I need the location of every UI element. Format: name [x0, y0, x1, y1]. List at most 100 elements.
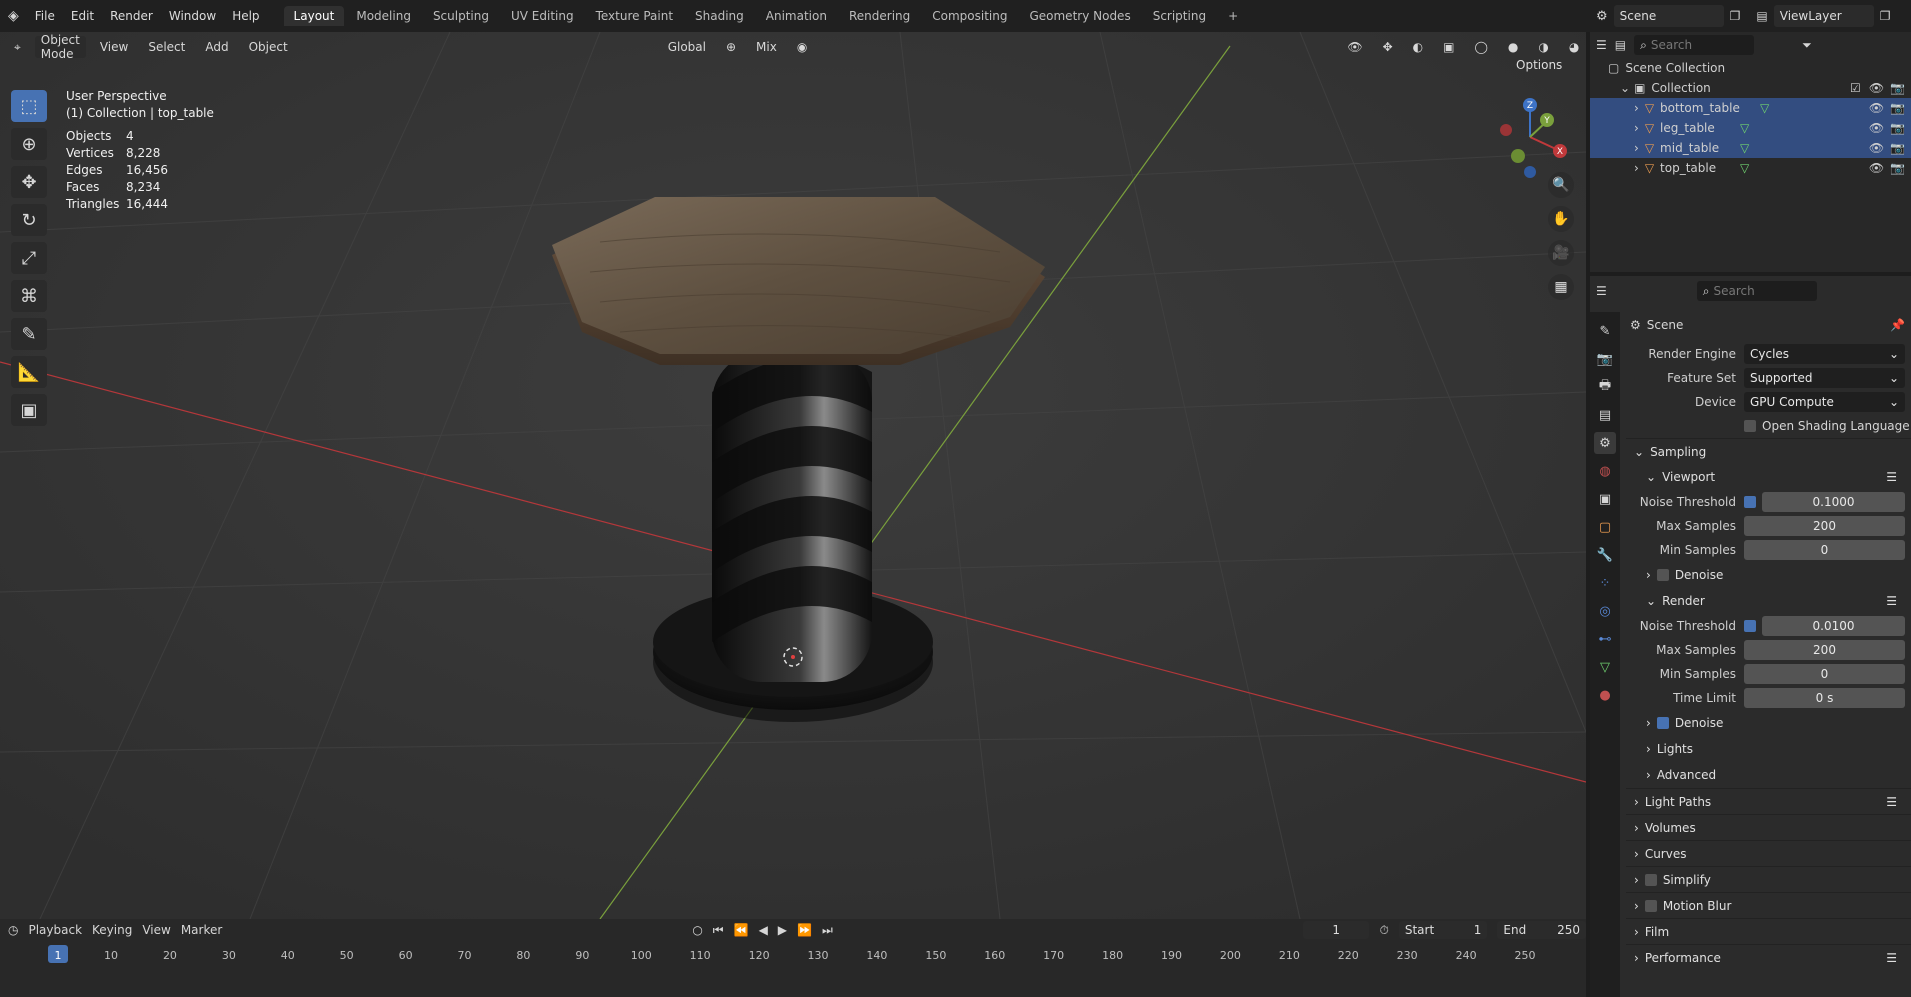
end-frame-field[interactable]: End 250: [1497, 921, 1586, 939]
tab-animation[interactable]: Animation: [756, 6, 837, 26]
world-tab-icon[interactable]: ◍: [1594, 460, 1616, 482]
add-workspace-button[interactable]: +: [1218, 6, 1248, 26]
collection-tab-icon[interactable]: ▣: [1594, 488, 1616, 510]
vp-noise-checkbox[interactable]: [1744, 496, 1756, 508]
zoom-icon[interactable]: 🔍: [1548, 172, 1574, 198]
select-box-tool[interactable]: ⬚: [11, 90, 47, 122]
r-denoise-row[interactable]: › Denoise: [1626, 710, 1911, 736]
eye-icon[interactable]: 👁: [1869, 161, 1884, 175]
menu-object[interactable]: Object: [243, 38, 294, 56]
prev-keyframe-icon[interactable]: ⏪: [734, 923, 749, 937]
vp-denoise-checkbox[interactable]: [1656, 569, 1669, 581]
menu-marker[interactable]: Marker: [181, 923, 222, 937]
time-limit-field[interactable]: 0 s: [1744, 688, 1905, 708]
new-view-layer-icon[interactable]: ❐: [1880, 9, 1891, 23]
scene-collection-row[interactable]: ▢ Scene Collection: [1590, 58, 1911, 78]
transform-orientation[interactable]: Global: [662, 38, 712, 56]
snapping-mode[interactable]: Mix: [750, 38, 783, 56]
outliner-item-bottom-table[interactable]: › ▽ bottom_table ▽ 👁 📷: [1590, 98, 1911, 118]
properties-editor-icon[interactable]: ☰: [1596, 284, 1607, 298]
constraints-tab-icon[interactable]: ⊷: [1594, 628, 1616, 650]
lights-subpanel[interactable]: › Lights: [1626, 736, 1911, 762]
scene-tab-icon[interactable]: ⚙: [1594, 432, 1616, 454]
tool-tab-icon[interactable]: ✎: [1594, 320, 1616, 342]
physics-tab-icon[interactable]: ◎: [1594, 600, 1616, 622]
gizmo-neg-y[interactable]: [1511, 149, 1525, 163]
chevron-right-icon[interactable]: ›: [1634, 141, 1639, 155]
add-cube-tool[interactable]: ▣: [11, 394, 47, 426]
vp-denoise-row[interactable]: › Denoise: [1626, 562, 1911, 588]
pivot-icon[interactable]: ⊕: [720, 38, 742, 56]
proportional-edit-icon[interactable]: ◉: [791, 38, 813, 56]
vp-min-samples-field[interactable]: 0: [1744, 540, 1905, 560]
view-layer-tab-icon[interactable]: ▤: [1594, 404, 1616, 426]
sampling-panel-header[interactable]: ⌄ Sampling: [1626, 438, 1911, 464]
scene-field[interactable]: Scene: [1613, 5, 1724, 27]
shading-material-icon[interactable]: ◑: [1532, 38, 1554, 56]
feature-set-dropdown[interactable]: Supported ⌄: [1744, 368, 1905, 388]
list-icon[interactable]: ☰: [1886, 951, 1897, 965]
vp-noise-field[interactable]: 0.1000: [1762, 492, 1905, 512]
menu-select[interactable]: Select: [142, 38, 191, 56]
r-noise-field[interactable]: 0.0100: [1762, 616, 1905, 636]
chevron-right-icon[interactable]: ›: [1634, 161, 1639, 175]
panel-simplify[interactable]: › Simplify: [1626, 866, 1911, 892]
pin-icon[interactable]: 📌: [1890, 318, 1905, 332]
3d-viewport[interactable]: ⌖ Object Mode View Select Add Object Glo…: [0, 32, 1586, 919]
shading-solid-icon[interactable]: ●: [1502, 38, 1524, 56]
advanced-subpanel[interactable]: › Advanced: [1626, 762, 1911, 788]
panel-motion-blur[interactable]: › Motion Blur: [1626, 892, 1911, 918]
render-engine-dropdown[interactable]: Cycles ⌄: [1744, 344, 1905, 364]
tab-rendering[interactable]: Rendering: [839, 6, 920, 26]
timeline-editor-icon[interactable]: ◷: [8, 923, 18, 937]
camera-icon[interactable]: 📷: [1890, 141, 1905, 155]
tab-layout[interactable]: Layout: [283, 6, 345, 26]
menu-file[interactable]: File: [27, 9, 63, 23]
render-subpanel-header[interactable]: ⌄ Render ☰: [1626, 588, 1911, 614]
device-dropdown[interactable]: GPU Compute ⌄: [1744, 392, 1905, 412]
eye-icon[interactable]: 👁: [1869, 81, 1884, 95]
move-tool[interactable]: ✥: [11, 166, 47, 198]
view-layer-icon[interactable]: ▤: [1756, 9, 1767, 23]
r-noise-checkbox[interactable]: [1744, 620, 1756, 632]
pan-hand-icon[interactable]: ✋: [1548, 206, 1574, 232]
modifier-tab-icon[interactable]: 🔧: [1594, 544, 1616, 566]
navigation-gizmo[interactable]: Z X Y: [1490, 92, 1570, 182]
gizmo-neg-x[interactable]: [1500, 124, 1512, 136]
annotate-tool[interactable]: ✎: [11, 318, 47, 350]
blender-logo-icon[interactable]: ◈: [8, 8, 19, 24]
camera-icon[interactable]: 📷: [1890, 161, 1905, 175]
jump-end-icon[interactable]: ⏭: [822, 923, 833, 938]
properties-search[interactable]: ⌕ Search: [1696, 281, 1817, 301]
menu-view[interactable]: View: [94, 38, 134, 56]
outliner-filter-mode-icon[interactable]: ▤: [1615, 38, 1626, 52]
vp-max-samples-field[interactable]: 200: [1744, 516, 1905, 536]
outliner-item-top-table[interactable]: › ▽ top_table ▽ 👁 📷: [1590, 158, 1911, 178]
panel-volumes[interactable]: › Volumes: [1626, 814, 1911, 840]
chevron-down-icon[interactable]: ⌄: [1620, 81, 1630, 95]
menu-keying[interactable]: Keying: [92, 923, 132, 937]
tab-texture-paint[interactable]: Texture Paint: [586, 6, 683, 26]
simplify-checkbox[interactable]: [1644, 873, 1657, 886]
r-denoise-checkbox[interactable]: [1656, 717, 1669, 729]
r-min-samples-field[interactable]: 0: [1744, 664, 1905, 684]
chevron-right-icon[interactable]: ›: [1634, 101, 1639, 115]
eye-icon[interactable]: 👁: [1869, 121, 1884, 135]
outliner-item-mid-table[interactable]: › ▽ mid_table ▽ 👁 📷: [1590, 138, 1911, 158]
output-tab-icon[interactable]: 🖶: [1594, 376, 1616, 398]
tab-shading[interactable]: Shading: [685, 6, 754, 26]
tab-compositing[interactable]: Compositing: [922, 6, 1017, 26]
cursor-tool[interactable]: ⊕: [11, 128, 47, 160]
scale-tool[interactable]: ⤢: [11, 242, 47, 274]
render-tab-icon[interactable]: 📷: [1594, 348, 1616, 370]
menu-timeline-view[interactable]: View: [142, 923, 170, 937]
list-icon[interactable]: ☰: [1886, 594, 1897, 608]
clock-icon[interactable]: ⏱: [1379, 923, 1388, 938]
frame-ruler[interactable]: 1 10 20 30 40 50 60 70 80 90 100 110 120 130 140 150 160…: [0, 945, 1586, 965]
object-tab-icon[interactable]: ▢: [1594, 516, 1616, 538]
particles-tab-icon[interactable]: ⁘: [1594, 572, 1616, 594]
auto-key-icon[interactable]: ○: [692, 923, 702, 937]
camera-icon[interactable]: 🎥: [1548, 240, 1574, 266]
menu-playback[interactable]: Playback: [28, 923, 82, 937]
mode-selector[interactable]: Object Mode: [34, 33, 86, 61]
